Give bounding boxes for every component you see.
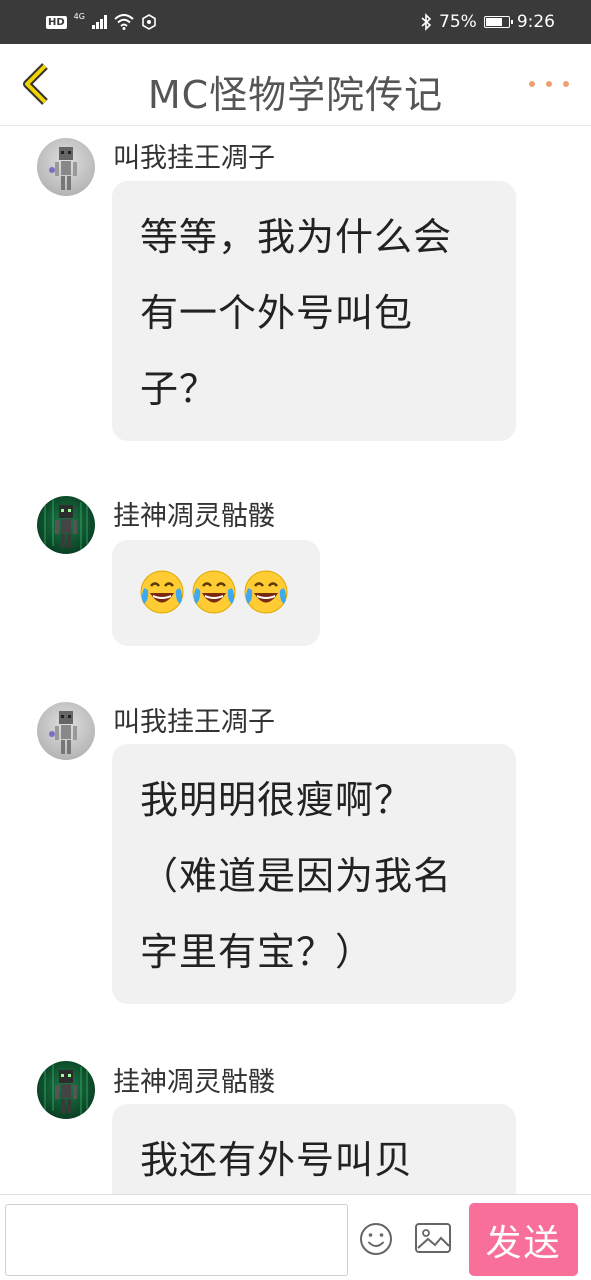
send-button[interactable]: 发送 — [469, 1203, 578, 1276]
more-dots-icon — [529, 81, 535, 87]
gray-skeleton-avatar[interactable] — [37, 702, 95, 760]
message-line: 我还有外号叫贝 — [140, 1138, 414, 1182]
message-line: 我明明很瘦啊？ — [140, 778, 414, 822]
laugh-cry-emoji — [140, 570, 184, 614]
message-line: （难道是因为我名 — [140, 854, 453, 898]
input-bar: 发送 — [0, 1194, 591, 1280]
page-title: MC怪物学院传记 — [147, 73, 444, 117]
sender-name: 叫我挂王凋子 — [113, 707, 275, 738]
header: MC怪物学院传记 — [0, 44, 591, 126]
sender-name: 叫我挂王凋子 — [113, 143, 275, 174]
message-bubble: 我明明很瘦啊？ （难道是因为我名 字里有宝？） — [112, 744, 516, 1004]
message-line: 等等，我为什么会 — [140, 215, 453, 259]
green-skeleton-avatar[interactable] — [37, 1061, 95, 1119]
laugh-cry-emoji — [244, 570, 288, 614]
smiley-icon[interactable] — [358, 1221, 394, 1257]
battery-percent: 75% — [439, 12, 477, 32]
battery-icon — [483, 16, 513, 28]
clock: 9:26 — [516, 12, 555, 32]
signal-icon — [91, 15, 107, 29]
location-icon — [142, 14, 156, 30]
sender-name: 挂神凋灵骷髅 — [113, 1067, 275, 1098]
message-bubble — [112, 540, 320, 646]
green-skeleton-avatar[interactable] — [37, 496, 95, 554]
image-icon[interactable] — [414, 1221, 452, 1255]
message-bubble: 等等，我为什么会 有一个外号叫包 子？ — [112, 181, 516, 441]
message-line: 有一个外号叫包 — [140, 291, 414, 335]
wifi-icon — [114, 14, 134, 30]
message-input[interactable] — [5, 1204, 348, 1276]
message-line: 字里有宝？） — [140, 930, 375, 974]
network-type: 4G — [73, 11, 85, 21]
gray-skeleton-avatar[interactable] — [37, 138, 95, 196]
sender-name: 挂神凋灵骷髅 — [113, 501, 275, 532]
laugh-cry-emoji — [192, 570, 236, 614]
status-bar: HD 4G 75% 9:26 — [0, 0, 591, 44]
more-button[interactable] — [529, 72, 569, 96]
hd-icon: HD — [46, 15, 67, 29]
message-line: 子？ — [140, 367, 219, 411]
bluetooth-icon — [421, 13, 432, 31]
